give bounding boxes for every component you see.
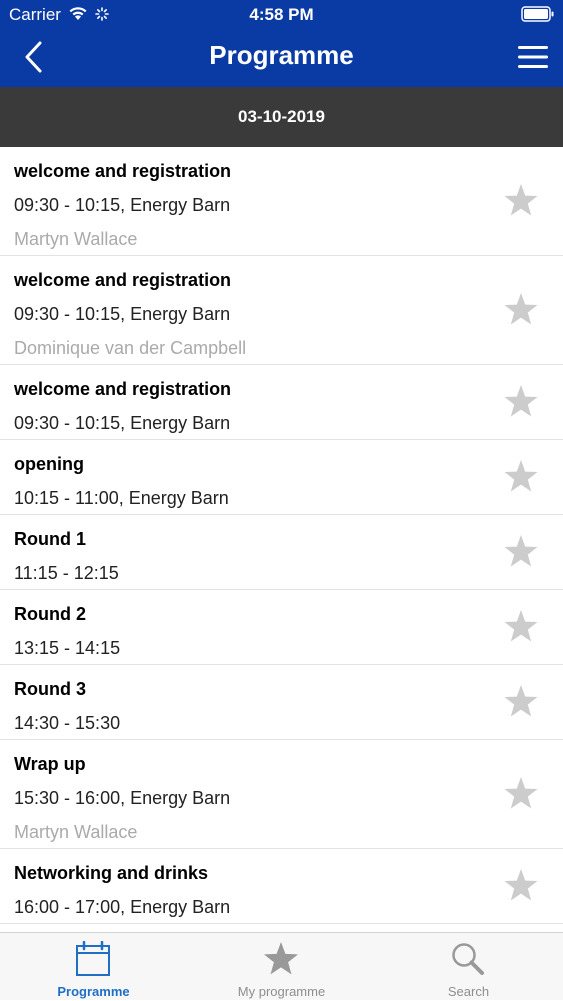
session-time-location: 09:30 - 10:15, Energy Barn <box>14 304 231 324</box>
session-list[interactable]: welcome and registration 09:30 - 10:15, E… <box>0 147 563 932</box>
favorite-star-icon[interactable] <box>503 868 539 902</box>
tab-my-programme[interactable]: My programme <box>188 933 375 1001</box>
session-item[interactable]: Round 3 14:30 - 15:30 <box>0 665 563 740</box>
tab-programme[interactable]: Programme <box>0 933 187 1001</box>
session-time-location: 14:30 - 15:30 <box>14 713 121 733</box>
status-bar: Carrier 4:58 PM <box>0 0 563 30</box>
favorite-star-icon[interactable] <box>503 292 539 326</box>
tab-programme-label: Programme <box>57 984 130 999</box>
hamburger-menu-icon <box>518 46 548 68</box>
session-item[interactable]: opening 10:15 - 11:00, Energy Barn <box>0 440 563 515</box>
session-title: welcome and registration <box>14 270 232 290</box>
date-header: 03-10-2019 <box>0 87 563 147</box>
session-time-location: 13:15 - 14:15 <box>14 638 121 658</box>
session-item[interactable]: welcome and registration 09:30 - 10:15, E… <box>0 365 563 440</box>
session-title: Networking and drinks <box>14 863 209 883</box>
battery-icon <box>521 6 555 27</box>
menu-button[interactable] <box>517 44 549 70</box>
session-item[interactable]: Round 1 11:15 - 12:15 <box>0 515 563 590</box>
session-item[interactable]: Networking and drinks 16:00 - 17:00, Ener… <box>0 849 563 924</box>
favorite-star-icon[interactable] <box>503 459 539 493</box>
session-title: Round 2 <box>14 604 86 624</box>
tab-search[interactable]: Search <box>375 933 562 1001</box>
session-time-location: 16:00 - 17:00, Energy Barn <box>14 897 231 917</box>
session-speaker: Dominique van der Campbell <box>14 338 247 358</box>
favorite-star-icon[interactable] <box>503 776 539 810</box>
session-title: welcome and registration <box>14 379 232 399</box>
star-icon <box>263 941 299 977</box>
session-item[interactable]: welcome and registration 09:30 - 10:15, E… <box>0 147 563 256</box>
favorite-star-icon[interactable] <box>503 534 539 568</box>
session-item[interactable]: Wrap up 15:30 - 16:00, Energy Barn Martyn … <box>0 740 563 849</box>
favorite-star-icon[interactable] <box>503 609 539 643</box>
navigation-bar: Carrier 4:58 PM Programme <box>0 0 563 87</box>
session-time-location: 09:30 - 10:15, Energy Barn <box>14 195 231 215</box>
search-icon <box>450 941 486 977</box>
session-speaker: Martyn Wallace <box>14 229 138 249</box>
tab-my-programme-label: My programme <box>237 984 326 999</box>
session-time-location: 09:30 - 10:15, Energy Barn <box>14 413 231 433</box>
session-item[interactable]: Round 2 13:15 - 14:15 <box>0 590 563 665</box>
favorite-star-icon[interactable] <box>503 684 539 718</box>
favorite-star-icon[interactable] <box>503 183 539 217</box>
calendar-icon <box>75 940 111 977</box>
session-item[interactable]: welcome and registration 09:30 - 10:15, E… <box>0 256 563 365</box>
status-time: 4:58 PM <box>249 5 314 24</box>
session-title: opening <box>14 454 84 474</box>
session-title: Round 1 <box>14 529 86 549</box>
session-time-location: 10:15 - 11:00, Energy Barn <box>14 488 229 508</box>
session-title: Round 3 <box>14 679 86 699</box>
session-time-location: 11:15 - 12:15 <box>14 563 119 583</box>
tab-search-label: Search <box>447 984 490 999</box>
session-time-location: 15:30 - 16:00, Energy Barn <box>14 788 231 808</box>
page-title: Programme <box>209 40 354 70</box>
session-title: welcome and registration <box>14 161 232 181</box>
tab-bar: Programme My programme Search <box>0 932 563 1000</box>
favorite-star-icon[interactable] <box>503 384 539 418</box>
session-title: Wrap up <box>14 754 86 774</box>
session-speaker: Martyn Wallace <box>14 822 138 842</box>
